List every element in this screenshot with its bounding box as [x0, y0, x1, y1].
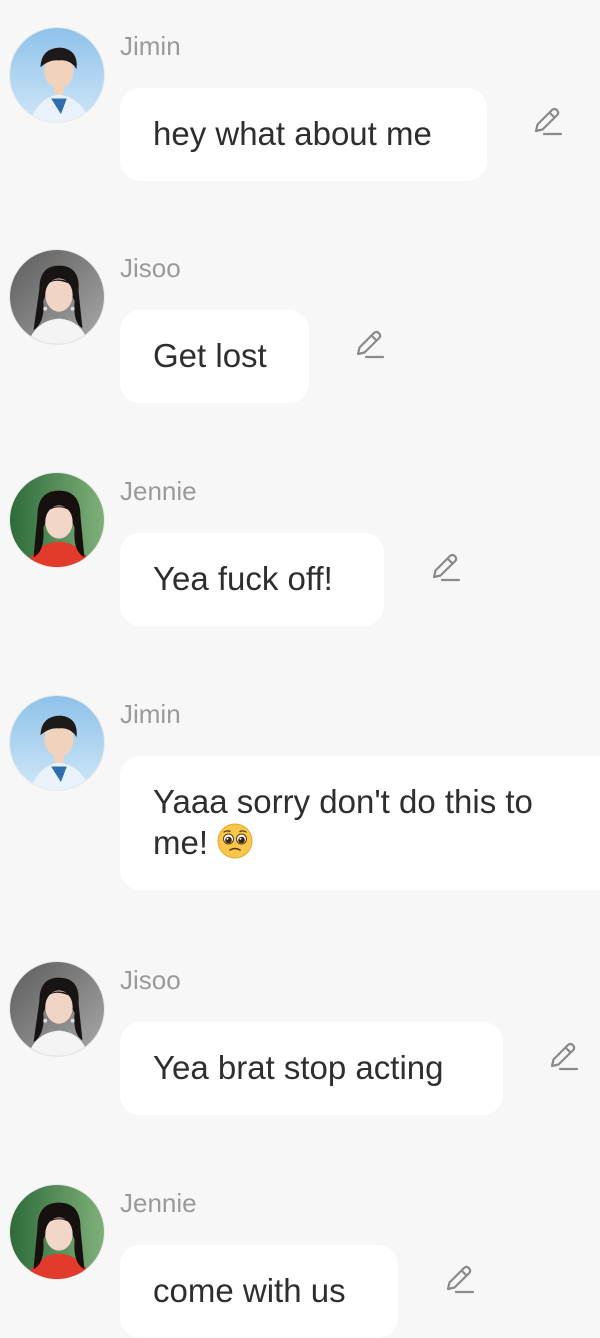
sender-name: Jisoo — [120, 965, 181, 995]
pencil-edit-icon[interactable] — [352, 328, 386, 362]
sender-name: Jennie — [120, 1188, 197, 1218]
message-item: Jisoo Yea brat stop acting — [0, 934, 600, 1134]
message-text: Get lost — [153, 337, 267, 374]
message-item: Jisoo Get lost — [0, 222, 600, 422]
message-item: Jennie Yea fuck off! — [0, 445, 600, 645]
message-item: Jennie come with us — [0, 1157, 600, 1338]
message-bubble[interactable]: Yaaa sorry don't do this to me! — [120, 756, 600, 890]
message-text: Yaaa sorry don't do this to me! — [153, 783, 533, 861]
message-text: Yea fuck off! — [153, 560, 333, 597]
message-text: Yea brat stop acting — [153, 1049, 444, 1086]
avatar-jimin-icon[interactable] — [9, 27, 105, 123]
sender-name: Jisoo — [120, 253, 181, 283]
avatar-jimin-icon[interactable] — [9, 695, 105, 791]
sender-name: Jennie — [120, 476, 197, 506]
message-bubble[interactable]: hey what about me — [120, 88, 487, 181]
avatar-jennie-icon[interactable] — [9, 472, 105, 568]
pencil-edit-icon[interactable] — [442, 1263, 476, 1297]
avatar-jisoo-icon[interactable] — [9, 249, 105, 345]
sender-name: Jimin — [120, 699, 181, 729]
pencil-edit-icon[interactable] — [530, 105, 564, 139]
avatar-jennie-icon[interactable] — [9, 1184, 105, 1280]
message-item: Jimin Yaaa sorry don't do this to me! — [0, 668, 600, 908]
sender-name: Jimin — [120, 31, 181, 61]
message-bubble[interactable]: Yea fuck off! — [120, 533, 384, 626]
message-bubble[interactable]: Get lost — [120, 310, 309, 403]
pleading-face-emoji — [216, 822, 254, 860]
message-bubble[interactable]: Yea brat stop acting — [120, 1022, 503, 1115]
message-item: Jimin hey what about me — [0, 0, 600, 200]
message-text: come with us — [153, 1272, 346, 1309]
pencil-edit-icon[interactable] — [546, 1040, 580, 1074]
chat-thread: Jimin hey what about me Jisoo Get lost J… — [0, 0, 600, 1338]
message-bubble[interactable]: come with us — [120, 1245, 398, 1338]
message-text: hey what about me — [153, 115, 432, 152]
pencil-edit-icon[interactable] — [428, 551, 462, 585]
avatar-jisoo-icon[interactable] — [9, 961, 105, 1057]
